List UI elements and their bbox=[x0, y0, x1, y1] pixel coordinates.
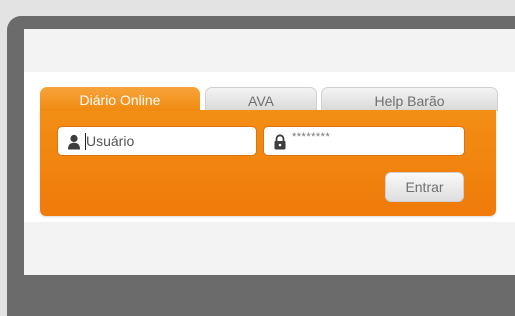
lock-icon bbox=[274, 134, 286, 150]
password-field[interactable]: ******** bbox=[263, 126, 465, 156]
password-mask: ******** bbox=[292, 131, 331, 143]
tab-help-barao-label: Help Barão bbox=[374, 93, 445, 109]
tab-ava[interactable]: AVA bbox=[205, 87, 317, 111]
username-field[interactable]: Usuário bbox=[57, 126, 257, 156]
user-icon bbox=[68, 134, 80, 150]
tab-help-barao[interactable]: Help Barão bbox=[321, 87, 498, 111]
tab-ava-label: AVA bbox=[248, 93, 274, 109]
username-placeholder: Usuário bbox=[86, 133, 135, 149]
login-button[interactable]: Entrar bbox=[385, 172, 464, 202]
tab-diario-online-label: Diário Online bbox=[79, 92, 161, 108]
tab-diario-online[interactable]: Diário Online bbox=[40, 87, 200, 111]
